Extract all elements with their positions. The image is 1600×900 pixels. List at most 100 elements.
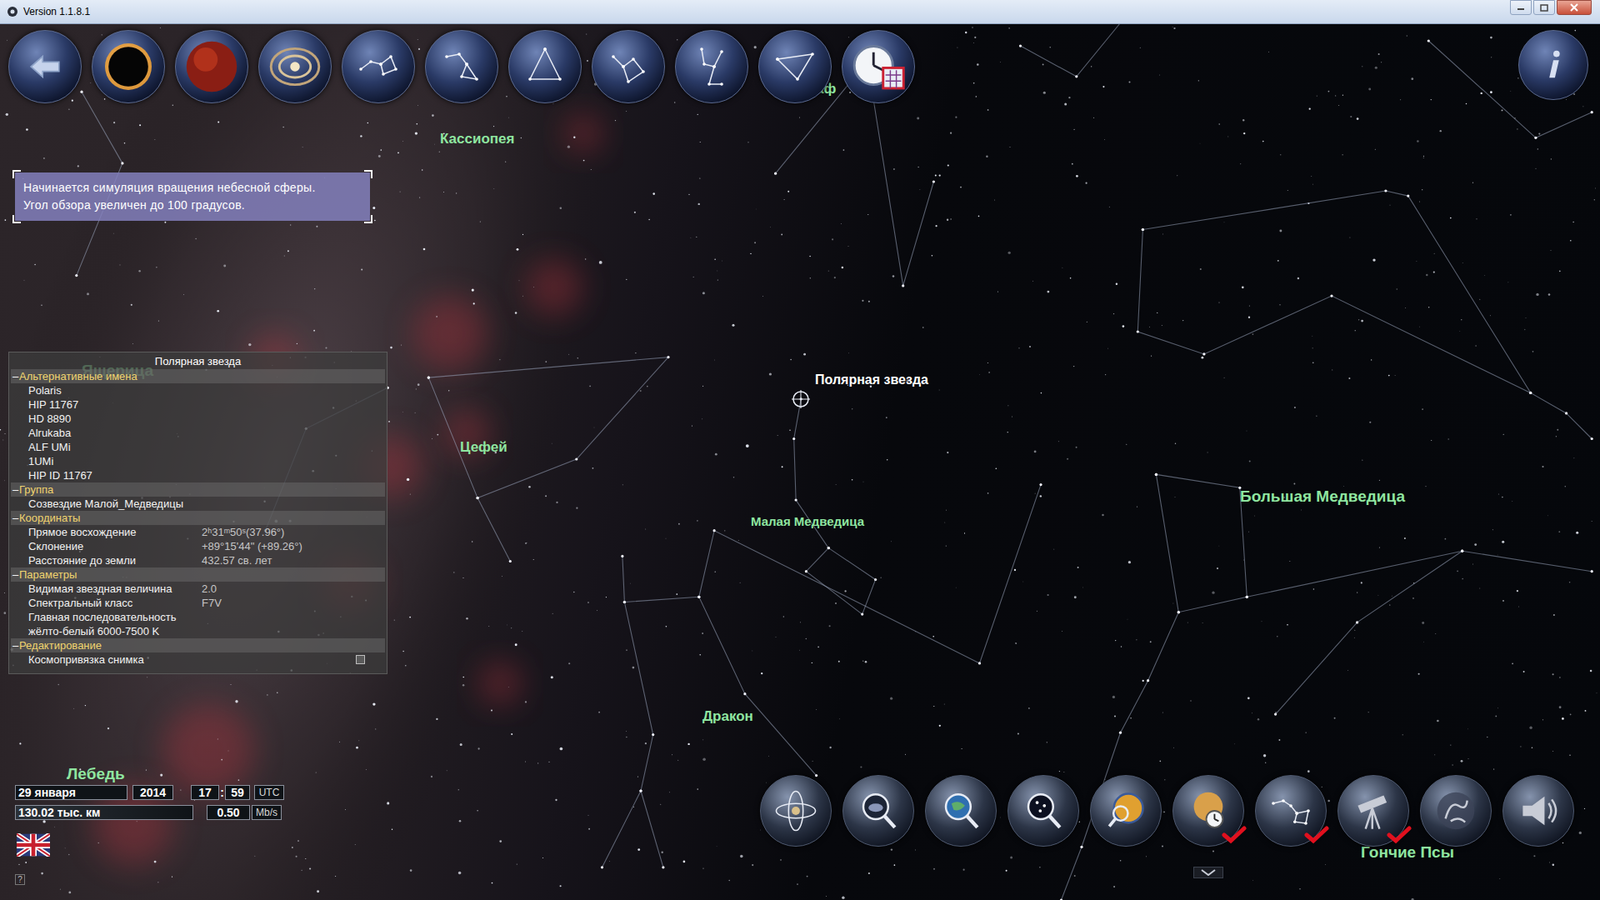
toolbar-toggle-button[interactable]	[1337, 775, 1410, 847]
row-value: 432.57 св. лет	[201, 553, 272, 568]
checkmark-icon	[1304, 825, 1330, 845]
uk-flag-icon[interactable]	[16, 833, 50, 857]
constellation-label[interactable]: Кассиопея	[440, 130, 515, 148]
section-header[interactable]: –Группа	[10, 482, 385, 497]
info-row: ALF UMi	[9, 440, 387, 455]
app-window: афКассиопеяЯщерицаЦефейМалая МедведицаБо…	[0, 0, 1600, 900]
constellation-label[interactable]: Малая Медведица	[750, 514, 865, 530]
section-header[interactable]: –Альтернативные имена	[10, 369, 385, 384]
row-label: HIP ID 11767	[28, 468, 93, 483]
toolbar-toggle-button[interactable]	[842, 775, 915, 847]
toolbar-button[interactable]	[91, 30, 165, 104]
toolbar-button[interactable]	[258, 30, 332, 104]
constellation-label[interactable]: Дракон	[702, 708, 754, 725]
app-icon	[6, 5, 19, 18]
section-header[interactable]: –Координаты	[10, 510, 385, 525]
toolbar-button[interactable]	[175, 30, 249, 104]
toolbar-toggle-button[interactable]	[925, 775, 997, 847]
toolbar-button[interactable]	[8, 30, 82, 104]
constellation-label[interactable]: Цефей	[460, 439, 508, 456]
toggle[interactable]: –	[10, 482, 20, 497]
selection-marker-icon[interactable]	[790, 389, 811, 410]
toggle[interactable]: –	[10, 638, 20, 653]
minimize-icon[interactable]	[1510, 0, 1532, 15]
corner-bracket	[364, 170, 373, 179]
row-value: F7V	[201, 595, 222, 610]
corner-bracket	[364, 215, 373, 224]
hour-field[interactable]: 17	[190, 785, 220, 800]
calendar-clock-icon	[848, 36, 909, 97]
info-row: жёлто-белый 6000-7500 K	[9, 624, 387, 639]
notification-line: Начинается симуляция вращения небесной с…	[23, 179, 362, 197]
galaxy-icon	[265, 36, 325, 97]
distance-field[interactable]: 130.02 тыс. км	[15, 805, 194, 820]
toolbar-toggle-button[interactable]	[1007, 775, 1080, 847]
minute-field[interactable]: 59	[225, 785, 250, 800]
toolbar-toggle-button[interactable]	[1172, 775, 1245, 847]
toolbar-button[interactable]	[425, 30, 499, 104]
toggle[interactable]: –	[10, 369, 20, 384]
speed-field[interactable]: 0.50	[206, 805, 250, 820]
chevron-down-icon[interactable]	[1193, 866, 1224, 879]
section-header[interactable]: –Редактирование	[10, 638, 385, 653]
constellation-label[interactable]: Большая Медведица	[1240, 487, 1405, 506]
info-row: Видимая звездная величина2.0	[9, 581, 387, 596]
row-label: Склонение	[28, 539, 202, 554]
info-row: Прямое восхождение2ʰ31ᵐ50ˢ(37.96°)	[9, 525, 387, 540]
toggle[interactable]: –	[10, 510, 20, 525]
globe-search-icon	[1100, 785, 1152, 837]
big-dipper-icon	[353, 41, 404, 92]
info-row: Склонение+89°15'44" (+89.26°)	[9, 539, 387, 554]
info-row: Alrukaba	[9, 425, 387, 440]
constellation-label[interactable]: Лебедь	[66, 765, 125, 784]
triangle-sky-icon	[770, 41, 820, 92]
red-planet-icon	[181, 36, 242, 97]
date-field[interactable]: 29 января	[15, 785, 128, 800]
info-button[interactable]	[1518, 30, 1589, 100]
toolbar-button[interactable]	[508, 30, 582, 104]
checkmark-icon	[1221, 825, 1247, 845]
toolbar-button[interactable]	[841, 30, 915, 104]
maximize-icon[interactable]	[1533, 0, 1555, 15]
row-label: 1UMi	[28, 454, 54, 469]
toolbar-button[interactable]	[758, 30, 832, 104]
row-label: Видимая звездная величина	[28, 581, 202, 596]
info-row: Космопривязка снимка	[9, 652, 387, 667]
toggle[interactable]: –	[10, 567, 20, 582]
info-row: Polaris	[9, 383, 387, 398]
info-row: 1UMi	[9, 454, 387, 469]
toolbar-toggle-button[interactable]	[1502, 775, 1575, 847]
row-label: Главная последовательность	[28, 610, 177, 625]
row-label: Alrukaba	[28, 425, 71, 440]
info-row: HD 8890	[9, 411, 387, 426]
toolbar-button[interactable]	[591, 30, 665, 104]
notification-line: Угол обзора увеличен до 100 градусов.	[23, 196, 362, 215]
title-group: Version 1.1.8.1	[0, 5, 90, 18]
section-title: Параметры	[19, 567, 77, 582]
star-label[interactable]: Полярная звезда	[815, 371, 929, 389]
zone-field[interactable]: UTC	[254, 785, 285, 800]
toolbar-toggle-button[interactable]	[1255, 775, 1327, 847]
toolbar-toggle-button[interactable]	[1090, 775, 1162, 847]
panel-title: Полярная звезда	[9, 354, 387, 370]
close-icon[interactable]	[1556, 0, 1592, 15]
telescope-icon	[1347, 785, 1400, 837]
triangle-constellation-icon	[520, 41, 570, 92]
section-header[interactable]: –Параметры	[10, 567, 385, 582]
info-row: Расстояние до земли432.57 св. лет	[9, 553, 387, 568]
date-row: 29 января201417:59UTC	[15, 785, 285, 800]
toolbar-button[interactable]	[341, 30, 415, 104]
year-field[interactable]: 2014	[132, 785, 174, 800]
row-label: ALF UMi	[28, 440, 71, 455]
info-icon	[1533, 45, 1574, 85]
notification: Начинается симуляция вращения небесной с…	[15, 172, 370, 221]
toolbar-toggle-button[interactable]	[1420, 775, 1492, 847]
toolbar-toggle-button[interactable]	[760, 775, 832, 847]
section-title: Альтернативные имена	[19, 369, 138, 384]
corner-bracket	[12, 215, 21, 224]
help-button[interactable]: ?	[15, 874, 25, 885]
checkbox[interactable]	[355, 655, 365, 665]
row-label: Polaris	[28, 383, 62, 398]
dipper-lines-icon	[1265, 785, 1316, 836]
toolbar-button[interactable]	[675, 30, 749, 104]
